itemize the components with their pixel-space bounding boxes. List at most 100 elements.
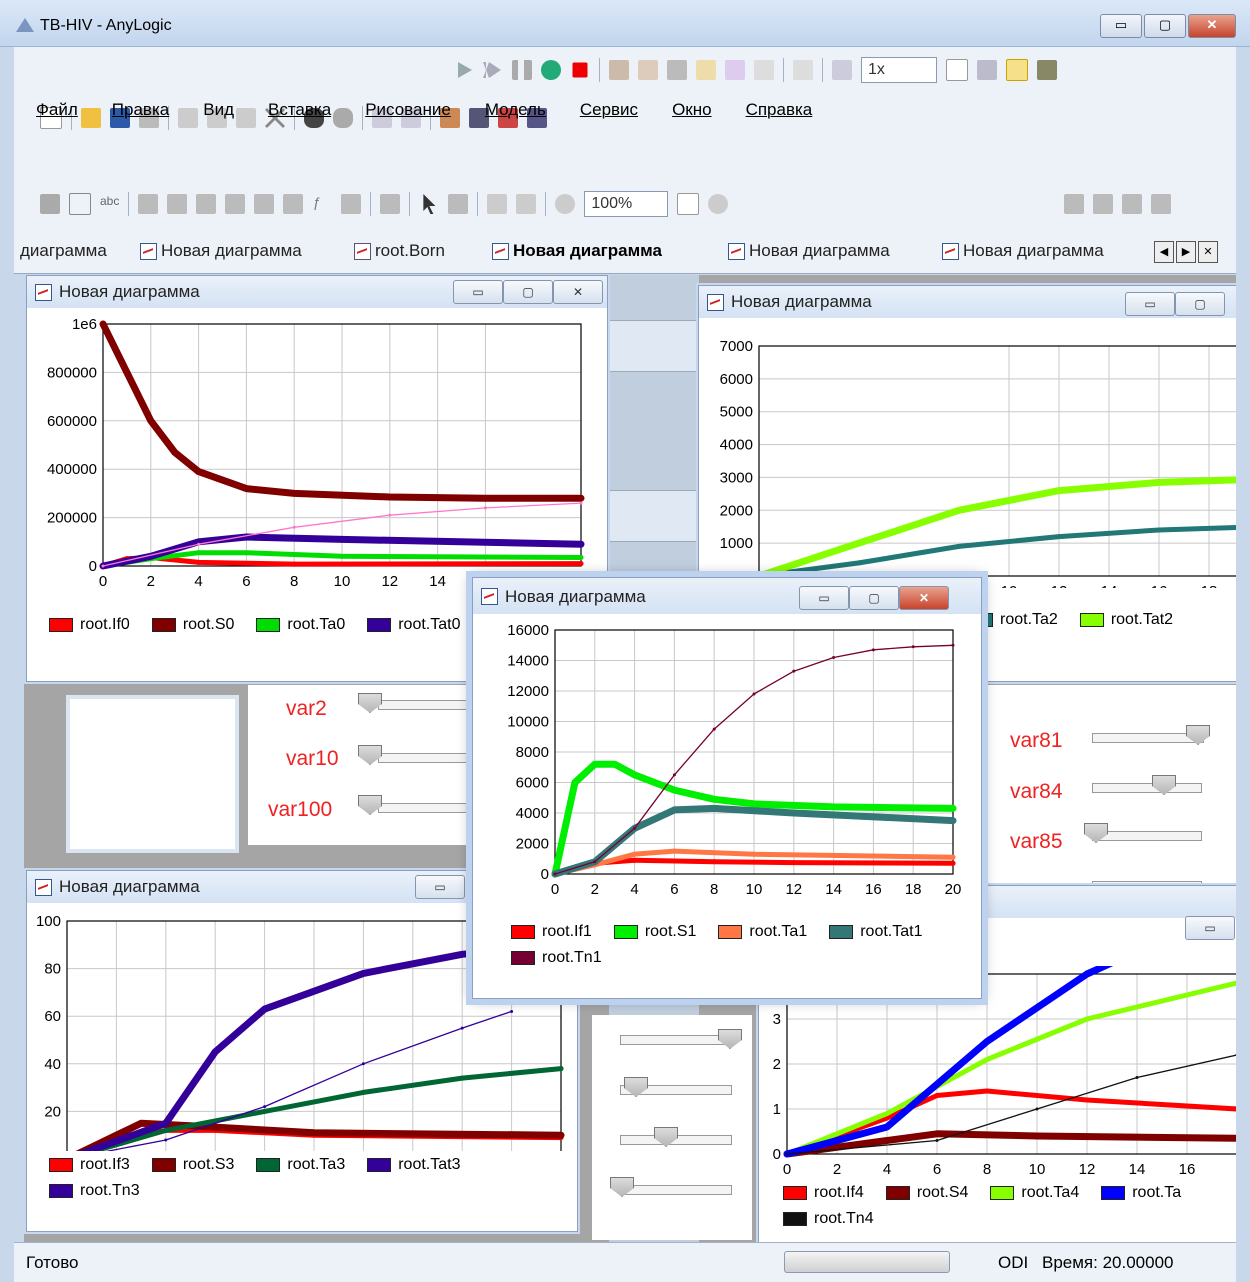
layout-icon[interactable] xyxy=(1122,194,1142,214)
chevron-down-icon[interactable] xyxy=(946,59,968,81)
chart-window-titlebar[interactable]: Новая диаграмма ▭ ▢ ✕ xyxy=(473,578,981,614)
chart-icon[interactable] xyxy=(725,60,745,80)
x-tick-label: 18 xyxy=(905,881,922,898)
minimize-button[interactable]: ▭ xyxy=(1100,14,1142,38)
group-icon[interactable] xyxy=(138,194,159,214)
legend-item: root.Tn1 xyxy=(511,949,602,967)
pointer-icon[interactable] xyxy=(423,194,436,214)
slow-down-icon[interactable] xyxy=(832,60,852,80)
snap-icon[interactable] xyxy=(516,194,537,214)
menu-file[interactable]: Файл xyxy=(36,100,78,120)
x-tick-label: 14 xyxy=(429,573,446,590)
close-button[interactable]: ✕ xyxy=(899,586,949,610)
legend-swatch xyxy=(613,925,638,939)
model-icon[interactable] xyxy=(609,60,629,80)
editor-tabs: диаграмма Новая диаграмма root.Born Нова… xyxy=(14,233,1236,274)
slider[interactable] xyxy=(620,1185,732,1195)
layout-icon[interactable] xyxy=(1093,194,1113,214)
x-tick-label: 2 xyxy=(833,1161,841,1176)
virtual-time-icon[interactable] xyxy=(1006,59,1028,81)
chevron-down-icon[interactable] xyxy=(677,193,700,215)
object-icon[interactable] xyxy=(40,194,60,214)
menu-window[interactable]: Окно xyxy=(672,100,712,120)
menu-insert[interactable]: Вставка xyxy=(268,100,331,120)
menu-view[interactable]: Вид xyxy=(203,100,234,120)
debug-icon[interactable] xyxy=(1037,60,1057,80)
menu-help[interactable]: Справка xyxy=(746,100,813,120)
maximize-button[interactable]: ▢ xyxy=(849,586,899,610)
menu-tools[interactable]: Сервис xyxy=(580,100,638,120)
state-icon[interactable] xyxy=(341,194,362,214)
minimize-button[interactable]: ▭ xyxy=(799,586,849,610)
var-label: var100 xyxy=(268,798,333,821)
chart-doc-icon xyxy=(481,588,498,605)
tab-root-born[interactable]: root.Born xyxy=(354,241,445,261)
ungroup-icon[interactable] xyxy=(167,194,188,214)
chart-window-titlebar[interactable]: Новая диаграмма ▭ ▢ xyxy=(699,286,1236,318)
menu-model[interactable]: Модель xyxy=(485,100,546,120)
page-icon[interactable] xyxy=(638,60,658,80)
grid-icon[interactable] xyxy=(487,194,508,214)
chart-window-titlebar[interactable]: Новая диаграмма ▭ ▢ ✕ xyxy=(27,276,607,308)
text-icon[interactable]: abc xyxy=(100,194,119,214)
data-point xyxy=(935,1139,939,1142)
menu-edit[interactable]: Правка xyxy=(112,100,169,120)
maximize-button[interactable]: ▢ xyxy=(503,280,553,304)
rotate-icon[interactable] xyxy=(1064,194,1084,214)
network-icon[interactable] xyxy=(667,60,687,80)
maximize-button[interactable]: ▢ xyxy=(1144,14,1186,38)
image-icon[interactable] xyxy=(196,194,217,214)
minimize-button[interactable]: ▭ xyxy=(1125,292,1175,316)
legend-label: root.Ta xyxy=(1132,1184,1182,1201)
run-icon[interactable] xyxy=(458,62,472,78)
layout-icon[interactable] xyxy=(1151,194,1171,214)
shape-icon[interactable] xyxy=(225,194,246,214)
tab-diagram-5[interactable]: Новая диаграмма xyxy=(942,241,1104,261)
speed-up-icon[interactable] xyxy=(977,60,997,80)
minimize-button[interactable]: ▭ xyxy=(1185,916,1235,940)
x-tick-label: 2 xyxy=(147,573,155,590)
speed-combo[interactable]: 1x xyxy=(861,57,937,83)
export-icon[interactable] xyxy=(754,60,774,80)
menu-draw[interactable]: Рисование xyxy=(365,100,451,120)
data-point xyxy=(633,826,637,830)
y-tick-label: 400000 xyxy=(47,461,97,478)
legend-label: root.Tn1 xyxy=(542,949,602,966)
tab-diagram-4[interactable]: Новая диаграмма xyxy=(728,241,890,261)
connector-icon[interactable] xyxy=(254,194,275,214)
restart-icon[interactable] xyxy=(541,60,561,80)
slider-thumb[interactable] xyxy=(718,1029,742,1049)
tab-diagram-active[interactable]: Новая диаграмма xyxy=(492,241,662,261)
zoom-out-icon[interactable] xyxy=(555,194,576,214)
brush-icon[interactable] xyxy=(380,194,401,214)
tab-diagram-0[interactable]: диаграмма xyxy=(20,241,107,261)
minimize-button[interactable]: ▭ xyxy=(453,280,503,304)
chart-window-front[interactable]: Новая диаграмма ▭ ▢ ✕ 0 2000 4000 6000 8000 1… xyxy=(472,577,982,999)
data-point xyxy=(1084,971,1090,977)
var84-slider[interactable] xyxy=(1092,783,1202,793)
minimize-button[interactable]: ▭ xyxy=(415,875,465,899)
tab-close-button[interactable]: ✕ xyxy=(1198,241,1218,263)
step-icon[interactable] xyxy=(483,62,501,78)
var85-slider[interactable] xyxy=(1092,831,1202,841)
tab-prev-button[interactable]: ◀ xyxy=(1154,241,1174,263)
slider[interactable] xyxy=(620,1035,732,1045)
message-icon[interactable] xyxy=(69,193,91,215)
zoom-in-icon[interactable] xyxy=(708,194,729,214)
table-icon[interactable] xyxy=(283,194,304,214)
function-icon[interactable]: ƒ xyxy=(312,194,332,214)
close-button[interactable]: ✕ xyxy=(553,280,603,304)
stop-icon[interactable] xyxy=(572,62,588,78)
tab-diagram-1[interactable]: Новая диаграмма xyxy=(140,241,302,261)
zoom-combo[interactable]: 100% xyxy=(584,191,669,217)
var2-slider-thumb[interactable] xyxy=(358,693,382,713)
data-point xyxy=(163,1127,169,1133)
doc-icon[interactable] xyxy=(696,60,716,80)
close-button[interactable]: ✕ xyxy=(1188,14,1236,38)
properties-icon[interactable] xyxy=(793,60,813,80)
y-tick-label: 80 xyxy=(44,961,61,978)
path-icon[interactable] xyxy=(448,194,469,214)
pause-icon[interactable] xyxy=(512,60,532,80)
tab-next-button[interactable]: ▶ xyxy=(1176,241,1196,263)
maximize-button[interactable]: ▢ xyxy=(1175,292,1225,316)
